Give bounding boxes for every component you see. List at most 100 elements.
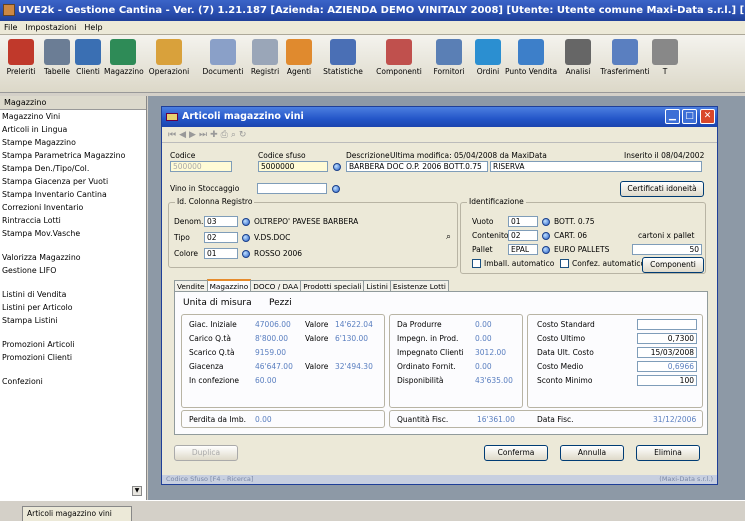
toolbar-tabelle-button[interactable]: Tabelle xyxy=(40,37,74,76)
riserva-field[interactable]: RISERVA xyxy=(490,161,702,172)
codice-field[interactable]: 500000 xyxy=(170,161,232,172)
table-icon xyxy=(44,39,70,65)
pallet-qty-field[interactable]: 50 xyxy=(632,244,702,255)
costi-row-field[interactable]: 0,6966 xyxy=(637,361,697,372)
vino-stoccaggio-field[interactable] xyxy=(257,183,327,194)
last-record-icon[interactable]: ⏭ xyxy=(199,130,210,140)
annulla-button[interactable]: Annulla xyxy=(560,445,624,461)
lookup-icon[interactable] xyxy=(332,185,340,193)
toolbar-ordini-button[interactable]: Ordini xyxy=(473,37,503,76)
descrizione-field[interactable]: BARBERA DOC O.P. 2006 BOTT.0.75 xyxy=(346,161,488,172)
lookup-icon[interactable] xyxy=(242,218,250,226)
impegni-row-label: Da Produrre xyxy=(397,320,442,329)
sidebar-item-magazzino-vini[interactable]: Magazzino Vini xyxy=(0,110,146,123)
imball-checkbox[interactable] xyxy=(472,259,481,268)
toolbar-punto-vendita-button[interactable]: Punto Vendita xyxy=(504,37,558,76)
sidebar-item-stampe-magazzino[interactable]: Stampe Magazzino xyxy=(0,136,146,149)
lookup-icon[interactable] xyxy=(242,234,250,242)
imball-label: Imball. automatico xyxy=(484,259,555,268)
sidebar-item-rintraccia-lotti[interactable]: Rintraccia Lotti xyxy=(0,214,146,227)
componenti-button[interactable]: Componenti xyxy=(642,257,704,273)
lookup-icon[interactable] xyxy=(542,246,550,254)
toolbar-t-button[interactable]: T xyxy=(650,37,680,76)
maximize-icon[interactable]: □ xyxy=(682,109,697,124)
confez-checkbox[interactable] xyxy=(560,259,569,268)
menu-help[interactable]: Help xyxy=(80,23,106,32)
lookup-icon[interactable] xyxy=(333,163,341,171)
sidebar-item-stampa-mov-vasche[interactable]: Stampa Mov.Vasche xyxy=(0,227,146,240)
toolbar-documenti-button[interactable]: Documenti xyxy=(200,37,246,76)
codice-sfuso-field[interactable]: 5000000 xyxy=(258,161,328,172)
sidebar-item-promozioni-articoli[interactable]: Promozioni Articoli xyxy=(0,338,146,351)
colore-code-field[interactable]: 01 xyxy=(204,248,238,259)
toolbar-operazioni-button[interactable]: Operazioni xyxy=(142,37,196,76)
sidebar-item-promozioni-clienti[interactable]: Promozioni Clienti xyxy=(0,351,146,364)
tab-strip: Vendite Magazzino DOCO / DAA Prodotti speci… xyxy=(174,279,449,292)
toolbar-agenti-button[interactable]: Agenti xyxy=(282,37,316,76)
refresh-icon[interactable]: ↻ xyxy=(239,130,250,140)
toolbar-label: Analisi xyxy=(565,67,591,76)
costi-row-field[interactable] xyxy=(637,319,697,330)
elimina-button[interactable]: Elimina xyxy=(636,445,700,461)
lookup-icon[interactable] xyxy=(542,232,550,240)
duplica-button[interactable]: Duplica xyxy=(174,445,238,461)
tipo-code-field[interactable]: 02 xyxy=(204,232,238,243)
scroll-down-icon[interactable]: ▼ xyxy=(132,486,142,496)
more-icon xyxy=(652,39,678,65)
menu-file[interactable]: File xyxy=(0,23,21,32)
toolbar-trasferimenti-button[interactable]: Trasferimenti xyxy=(600,37,650,76)
toolbar-analisi-button[interactable]: Analisi xyxy=(558,37,598,76)
contenitore-code-field[interactable]: 02 xyxy=(508,230,538,241)
sidebar-item-correzioni-inventario[interactable]: Correzioni Inventario xyxy=(0,201,146,214)
denom-code-field[interactable]: 03 xyxy=(204,216,238,227)
next-record-icon[interactable]: ▶ xyxy=(189,130,199,140)
sidebar-item-stampa-parametrica-magazzino[interactable]: Stampa Parametrica Magazzino xyxy=(0,149,146,162)
sidebar-item-stampa-den-tipo-col[interactable]: Stampa Den./Tipo/Col. xyxy=(0,162,146,175)
sidebar-item-articoli-in-lingua[interactable]: Articoli in Lingua xyxy=(0,123,146,136)
minimize-icon[interactable]: ▁ xyxy=(665,109,680,124)
sidebar-item-stampa-inventario-cantina[interactable]: Stampa Inventario Cantina xyxy=(0,188,146,201)
conferma-button[interactable]: Conferma xyxy=(484,445,548,461)
stock-row-value: 9159.00 xyxy=(255,348,287,357)
sidebar-item-stampa-giacenza-per-vuoti[interactable]: Stampa Giacenza per Vuoti xyxy=(0,175,146,188)
new-record-icon[interactable]: ✚ xyxy=(210,130,221,140)
sidebar-item-valorizza-magazzino[interactable]: Valorizza Magazzino xyxy=(0,251,146,264)
window-title: Articoli magazzino vini xyxy=(182,111,304,122)
search-icon[interactable]: ⌕ xyxy=(231,130,239,140)
toolbar-componenti-button[interactable]: Componenti xyxy=(373,37,425,76)
toolbar-fornitori-button[interactable]: Fornitori xyxy=(429,37,469,76)
data-fisc-value: 31/12/2006 xyxy=(653,415,697,424)
lookup-icon[interactable] xyxy=(542,218,550,226)
sidebar-item-stampa-listini[interactable]: Stampa Listini xyxy=(0,314,146,327)
sidebar-item-confezioni[interactable]: Confezioni xyxy=(0,375,146,388)
search-icon[interactable]: ⌕ xyxy=(446,232,451,242)
costi-row-field[interactable]: 0,7300 xyxy=(637,333,697,344)
toolbar-statistiche-button[interactable]: Statistiche xyxy=(318,37,368,76)
inserito-text: Inserito il 08/04/2002 xyxy=(624,151,705,160)
vuoto-code-field[interactable]: 01 xyxy=(508,216,538,227)
data-fisc-label: Data Fisc. xyxy=(537,415,574,424)
toolbar-magazzino-button[interactable]: Magazzino xyxy=(104,37,144,76)
menu-impostazioni[interactable]: Impostazioni xyxy=(21,23,80,32)
sidebar-item-gestione-lifo[interactable]: Gestione LIFO xyxy=(0,264,146,277)
ultima-modifica-text: Ultima modifica: 05/04/2008 da MaxiData xyxy=(390,151,547,160)
menu-bar: File Impostazioni Help xyxy=(0,21,745,35)
lookup-icon[interactable] xyxy=(242,250,250,258)
prev-record-icon[interactable]: ◀ xyxy=(179,130,189,140)
taskbar-window-button[interactable]: Articoli magazzino vini xyxy=(22,506,132,521)
costi-row-field[interactable]: 100 xyxy=(637,375,697,386)
costi-row-field[interactable]: 15/03/2008 xyxy=(637,347,697,358)
window-icon xyxy=(166,113,178,121)
status-right: (Maxi-Data s.r.l.) xyxy=(659,475,713,483)
print-icon[interactable]: ⎙ xyxy=(221,130,231,140)
sidebar-item-listini-per-articolo[interactable]: Listini per Articolo xyxy=(0,301,146,314)
pallet-code-field[interactable]: EPAL xyxy=(508,244,538,255)
sidebar-item-listini-di-vendita[interactable]: Listini di Vendita xyxy=(0,288,146,301)
close-icon[interactable]: ✕ xyxy=(700,109,715,124)
stock-row-label: Giacenza xyxy=(189,362,224,371)
toolbar-registri-button[interactable]: Registri xyxy=(249,37,281,76)
first-record-icon[interactable]: ⏮ xyxy=(168,130,179,140)
certificati-button[interactable]: Certificati idoneità xyxy=(620,181,704,197)
toolbar-clienti-button[interactable]: Clienti xyxy=(73,37,103,76)
toolbar-preleriti-button[interactable]: Preleriti xyxy=(4,37,38,76)
